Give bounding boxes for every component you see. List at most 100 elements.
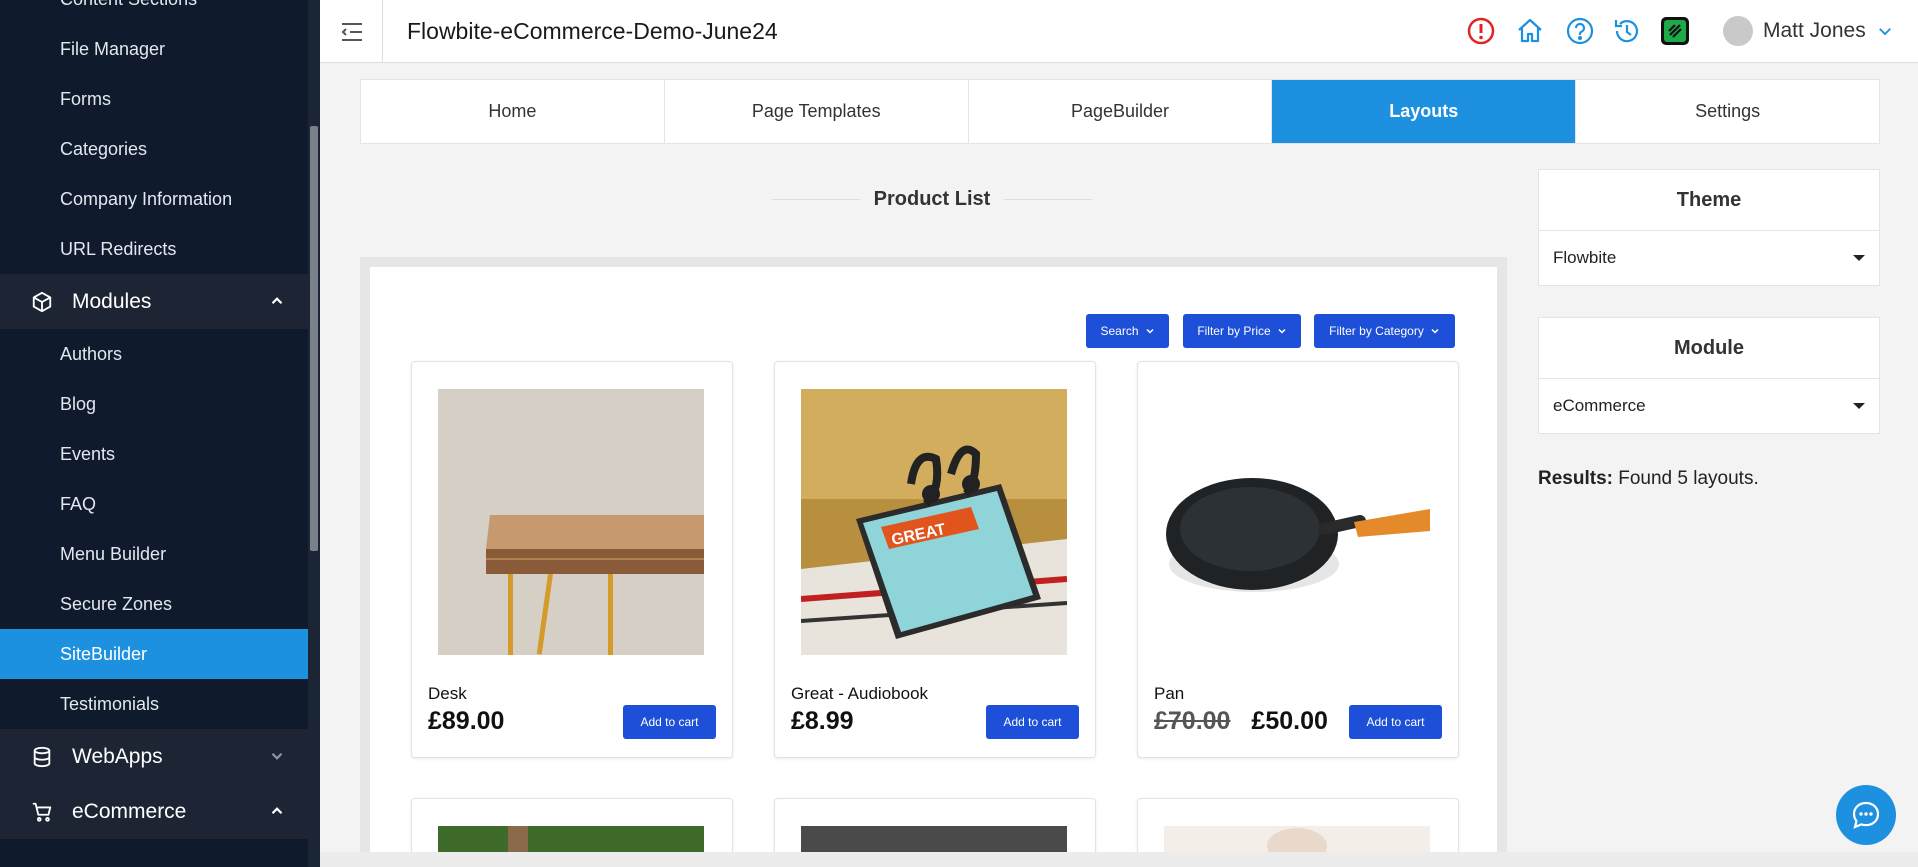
sidebar-group-modules[interactable]: Modules bbox=[0, 274, 308, 329]
sidebar-group-ecommerce[interactable]: eCommerce bbox=[0, 784, 308, 839]
sidebar-item-sitebuilder[interactable]: SiteBuilder bbox=[0, 629, 308, 679]
help-icon[interactable] bbox=[1565, 16, 1595, 46]
divider-line bbox=[772, 199, 860, 200]
sidebar-item-content-sections[interactable]: Content Sections bbox=[0, 0, 308, 24]
chevron-down-icon bbox=[271, 752, 283, 760]
search-filter-button[interactable]: Search bbox=[1086, 314, 1169, 348]
user-name: Matt Jones bbox=[1763, 19, 1866, 42]
tab-settings[interactable]: Settings bbox=[1576, 80, 1879, 143]
product-card[interactable] bbox=[1137, 798, 1459, 866]
user-menu[interactable]: Matt Jones bbox=[1723, 16, 1894, 46]
sidebar-item-faq[interactable]: FAQ bbox=[0, 479, 308, 529]
add-to-cart-button[interactable]: Add to cart bbox=[1349, 705, 1442, 739]
current-price: £8.99 bbox=[791, 707, 854, 735]
product-name[interactable]: Desk bbox=[428, 684, 467, 704]
dropdown-caret-icon bbox=[1853, 255, 1865, 261]
section-heading: Product List bbox=[772, 188, 1092, 211]
product-card[interactable] bbox=[411, 798, 733, 866]
filter-label: Filter by Price bbox=[1197, 324, 1271, 338]
filter-label: Filter by Category bbox=[1329, 324, 1424, 338]
product-name[interactable]: Great - Audiobook bbox=[791, 684, 928, 704]
database-icon bbox=[30, 745, 54, 769]
product-image-pan[interactable] bbox=[1164, 389, 1430, 655]
main-tabs: Home Page Templates PageBuilder Layouts … bbox=[360, 79, 1880, 144]
sidebar-item-blog[interactable]: Blog bbox=[0, 379, 308, 429]
chevron-down-icon bbox=[1878, 28, 1891, 36]
chat-button[interactable] bbox=[1836, 785, 1896, 845]
category-filter-button[interactable]: Filter by Category bbox=[1314, 314, 1455, 348]
sidebar-list: Content Sections File Manager Forms Cate… bbox=[0, 0, 308, 839]
layout-preview-canvas: Search Filter by Price Filter by Categor… bbox=[370, 267, 1497, 867]
site-title: Flowbite-eCommerce-Demo-June24 bbox=[407, 18, 778, 44]
price-filter-button[interactable]: Filter by Price bbox=[1183, 314, 1301, 348]
current-price: £89.00 bbox=[428, 707, 505, 735]
layout-preview: Search Filter by Price Filter by Categor… bbox=[360, 257, 1507, 867]
chevron-down-icon bbox=[1145, 328, 1154, 334]
chat-icon bbox=[1852, 801, 1880, 829]
filter-label: Search bbox=[1100, 324, 1139, 338]
sidebar-group-label: eCommerce bbox=[72, 799, 187, 823]
module-panel: Module eCommerce bbox=[1538, 317, 1880, 434]
results-label: Results: bbox=[1538, 468, 1613, 489]
dropdown-caret-icon bbox=[1853, 403, 1865, 409]
module-heading: Module bbox=[1539, 318, 1879, 379]
product-name[interactable]: Pan bbox=[1154, 684, 1184, 704]
product-image-desk[interactable] bbox=[438, 389, 704, 655]
app-logo-icon[interactable] bbox=[1660, 16, 1690, 46]
avatar bbox=[1723, 16, 1753, 46]
chevron-down-icon bbox=[1278, 328, 1286, 334]
add-to-cart-button[interactable]: Add to cart bbox=[986, 705, 1079, 739]
product-price: £70.00 £50.00 bbox=[1154, 707, 1328, 736]
product-card[interactable]: Pan £70.00 £50.00 Add to cart bbox=[1137, 361, 1459, 758]
sidebar-item-company-information[interactable]: Company Information bbox=[0, 174, 308, 224]
sidebar-item-categories[interactable]: Categories bbox=[0, 124, 308, 174]
history-icon[interactable] bbox=[1612, 16, 1642, 46]
alert-icon[interactable] bbox=[1466, 16, 1496, 46]
cart-icon bbox=[30, 800, 54, 824]
sidebar-item-file-manager[interactable]: File Manager bbox=[0, 24, 308, 74]
theme-select[interactable]: Flowbite bbox=[1539, 231, 1879, 285]
tab-pagebuilder[interactable]: PageBuilder bbox=[969, 80, 1273, 143]
sidebar-scrollbar[interactable] bbox=[308, 0, 320, 867]
sidebar-group-webapps[interactable]: WebApps bbox=[0, 729, 308, 784]
product-card[interactable]: GREAT Great - Audiobook £8.99 Add to car… bbox=[774, 361, 1096, 758]
sidebar-item-testimonials[interactable]: Testimonials bbox=[0, 679, 308, 729]
cube-icon bbox=[30, 290, 54, 314]
tab-layouts[interactable]: Layouts bbox=[1272, 80, 1577, 143]
product-image-audiobook[interactable]: GREAT bbox=[801, 389, 1067, 655]
chevron-down-icon bbox=[1431, 328, 1439, 334]
results-text: Found 5 layouts. bbox=[1618, 468, 1759, 489]
topbar-divider bbox=[382, 0, 383, 63]
sidebar-item-forms[interactable]: Forms bbox=[0, 74, 308, 124]
chevron-up-icon bbox=[271, 297, 283, 305]
tab-home[interactable]: Home bbox=[361, 80, 665, 143]
sidebar-item-authors[interactable]: Authors bbox=[0, 329, 308, 379]
topbar: Flowbite-eCommerce-Demo-June24 Matt Jone… bbox=[320, 0, 1918, 63]
theme-value: Flowbite bbox=[1553, 248, 1617, 267]
sidebar-item-url-redirects[interactable]: URL Redirects bbox=[0, 224, 308, 274]
module-select[interactable]: eCommerce bbox=[1539, 379, 1879, 433]
sidebar-group-label: WebApps bbox=[72, 744, 163, 768]
current-price: £50.00 bbox=[1251, 707, 1328, 735]
module-value: eCommerce bbox=[1553, 396, 1646, 415]
sidebar-item-menu-builder[interactable]: Menu Builder bbox=[0, 529, 308, 579]
sidebar-group-label: Modules bbox=[72, 289, 152, 313]
product-price: £8.99 bbox=[791, 707, 854, 736]
product-card[interactable]: Desk £89.00 Add to cart bbox=[411, 361, 733, 758]
sidebar-scrollbar-thumb[interactable] bbox=[310, 126, 318, 551]
horizontal-scroll-area bbox=[320, 852, 1918, 867]
old-price: £70.00 bbox=[1154, 707, 1231, 735]
product-price: £89.00 bbox=[428, 707, 504, 736]
divider-line bbox=[1004, 199, 1092, 200]
sidebar-item-events[interactable]: Events bbox=[0, 429, 308, 479]
menu-collapse-icon[interactable] bbox=[338, 18, 366, 46]
add-to-cart-button[interactable]: Add to cart bbox=[623, 705, 716, 739]
theme-heading: Theme bbox=[1539, 170, 1879, 231]
product-card[interactable] bbox=[774, 798, 1096, 866]
theme-panel: Theme Flowbite bbox=[1538, 169, 1880, 286]
tab-page-templates[interactable]: Page Templates bbox=[665, 80, 969, 143]
sidebar-item-secure-zones[interactable]: Secure Zones bbox=[0, 579, 308, 629]
chevron-up-icon bbox=[271, 807, 283, 815]
home-icon[interactable] bbox=[1515, 16, 1545, 46]
section-title: Product List bbox=[873, 188, 991, 210]
